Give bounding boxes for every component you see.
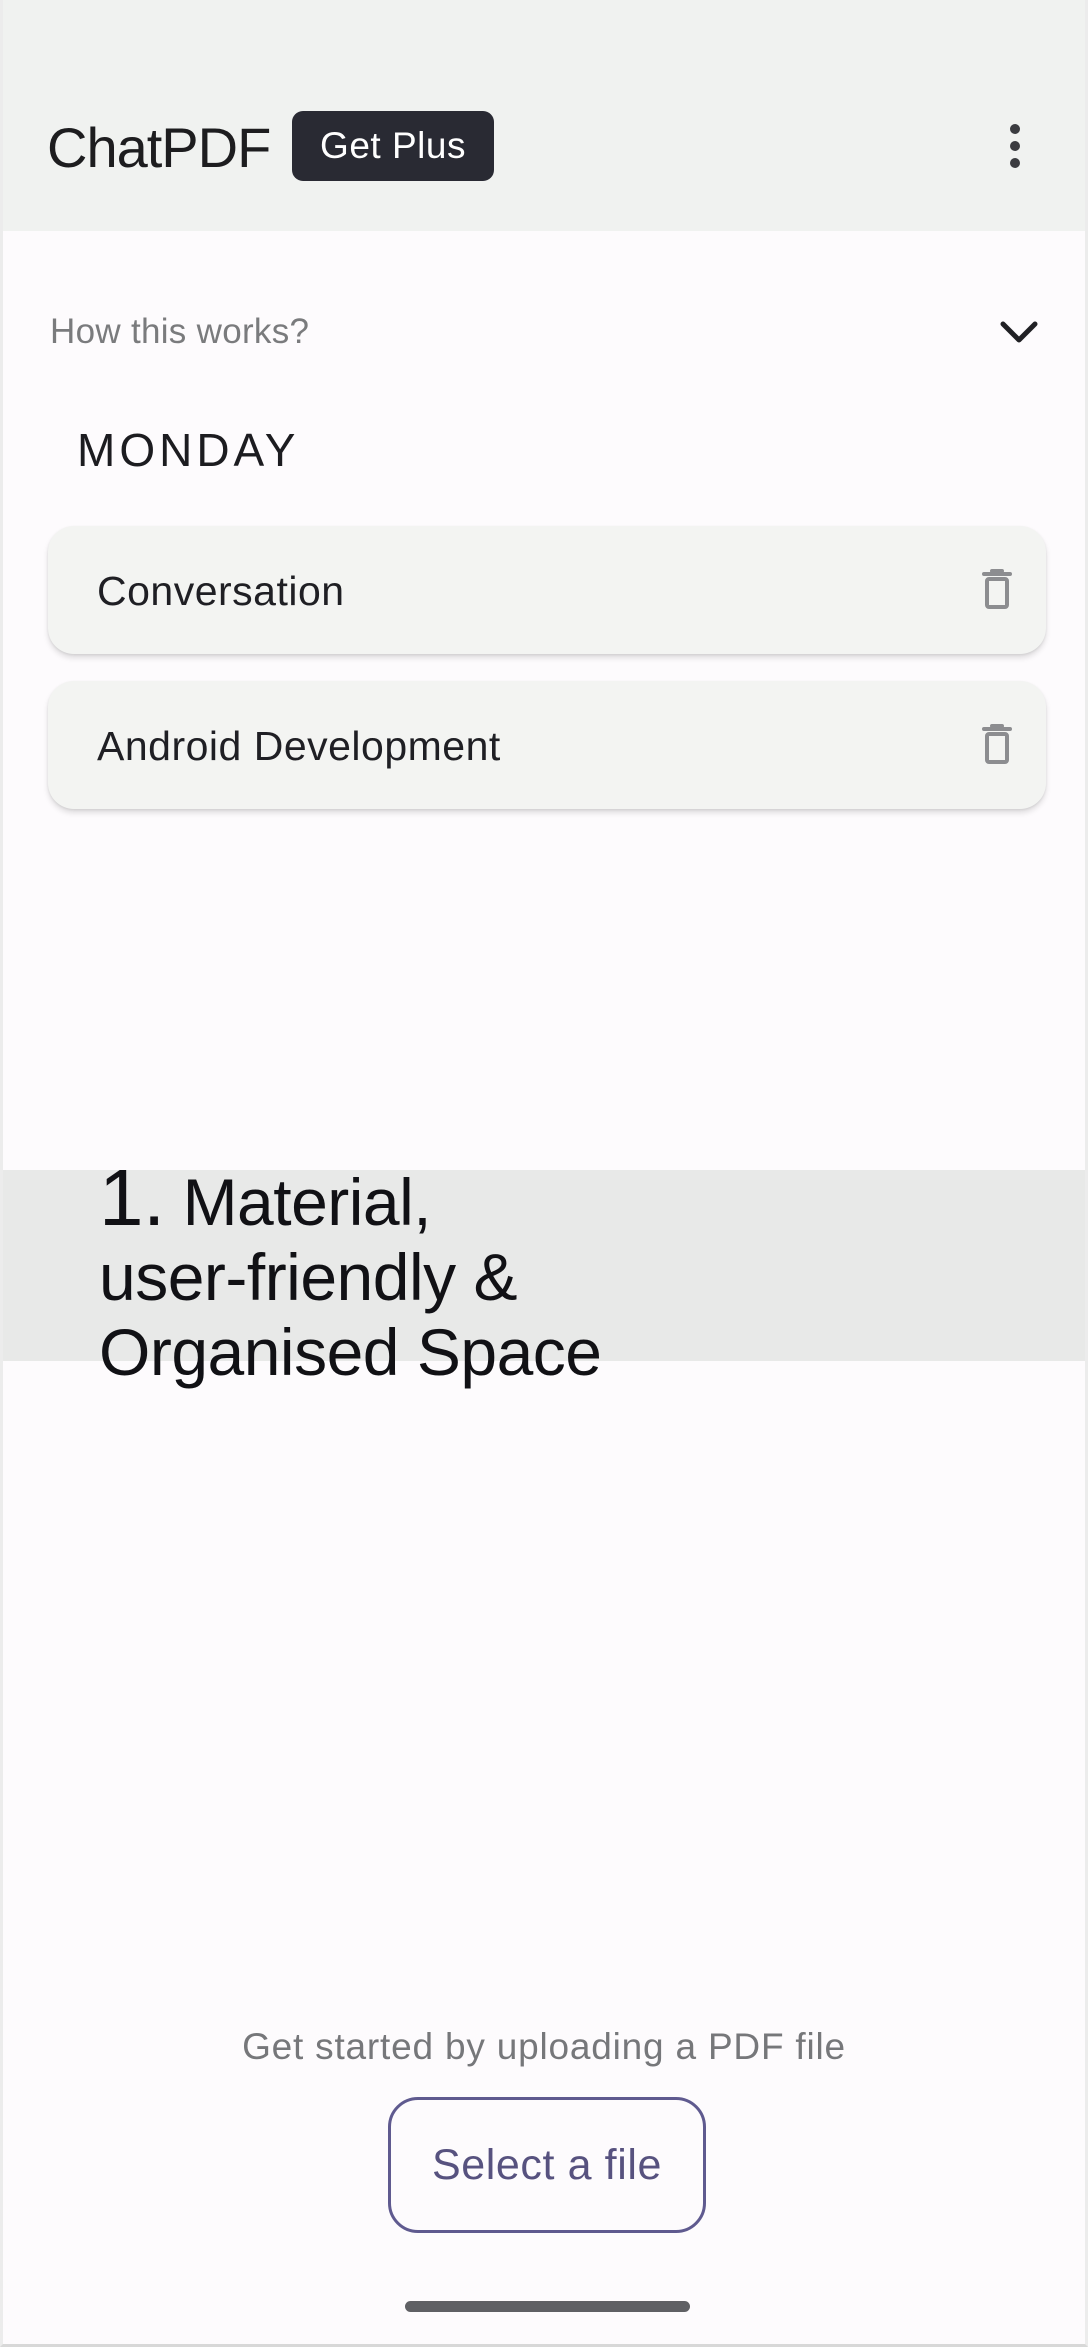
more-vertical-icon [1010, 124, 1020, 134]
upload-helper-text: Get started by uploading a PDF file [242, 2026, 846, 2067]
conversation-card[interactable]: Conversation [48, 526, 1046, 654]
feature-text: 1. Material, user-friendly & Organised S… [99, 1158, 859, 1390]
history-section-label: MONDAY [77, 424, 300, 476]
conversation-title: Conversation [97, 568, 345, 614]
app-bar: ChatPDF Get Plus [3, 0, 1085, 231]
more-vertical-icon [1010, 141, 1020, 151]
how-it-works-toggle[interactable]: How this works? [47, 301, 1044, 363]
get-plus-button[interactable]: Get Plus [292, 111, 494, 181]
feature-line-2: user-friendly & [99, 1240, 518, 1314]
more-options-button[interactable] [986, 117, 1044, 175]
trash-icon[interactable] [972, 565, 1022, 615]
android-development-title: Android Development [97, 723, 501, 769]
how-it-works-label: How this works? [50, 312, 310, 351]
android-development-card[interactable]: Android Development [48, 681, 1046, 809]
app-title: ChatPDF [47, 116, 271, 179]
more-vertical-icon [1010, 158, 1020, 168]
chatpdf-screen: ChatPDF Get Plus How this works? MONDAY … [0, 0, 1088, 2347]
chevron-down-icon [1000, 321, 1038, 343]
feature-line-3: Organised Space [99, 1315, 602, 1389]
trash-icon[interactable] [972, 720, 1022, 770]
feature-number: 1. [99, 1153, 165, 1242]
feature-line-1: Material, [182, 1165, 432, 1239]
select-file-button[interactable]: Select a file [388, 2097, 706, 2233]
home-indicator[interactable] [405, 2301, 690, 2312]
